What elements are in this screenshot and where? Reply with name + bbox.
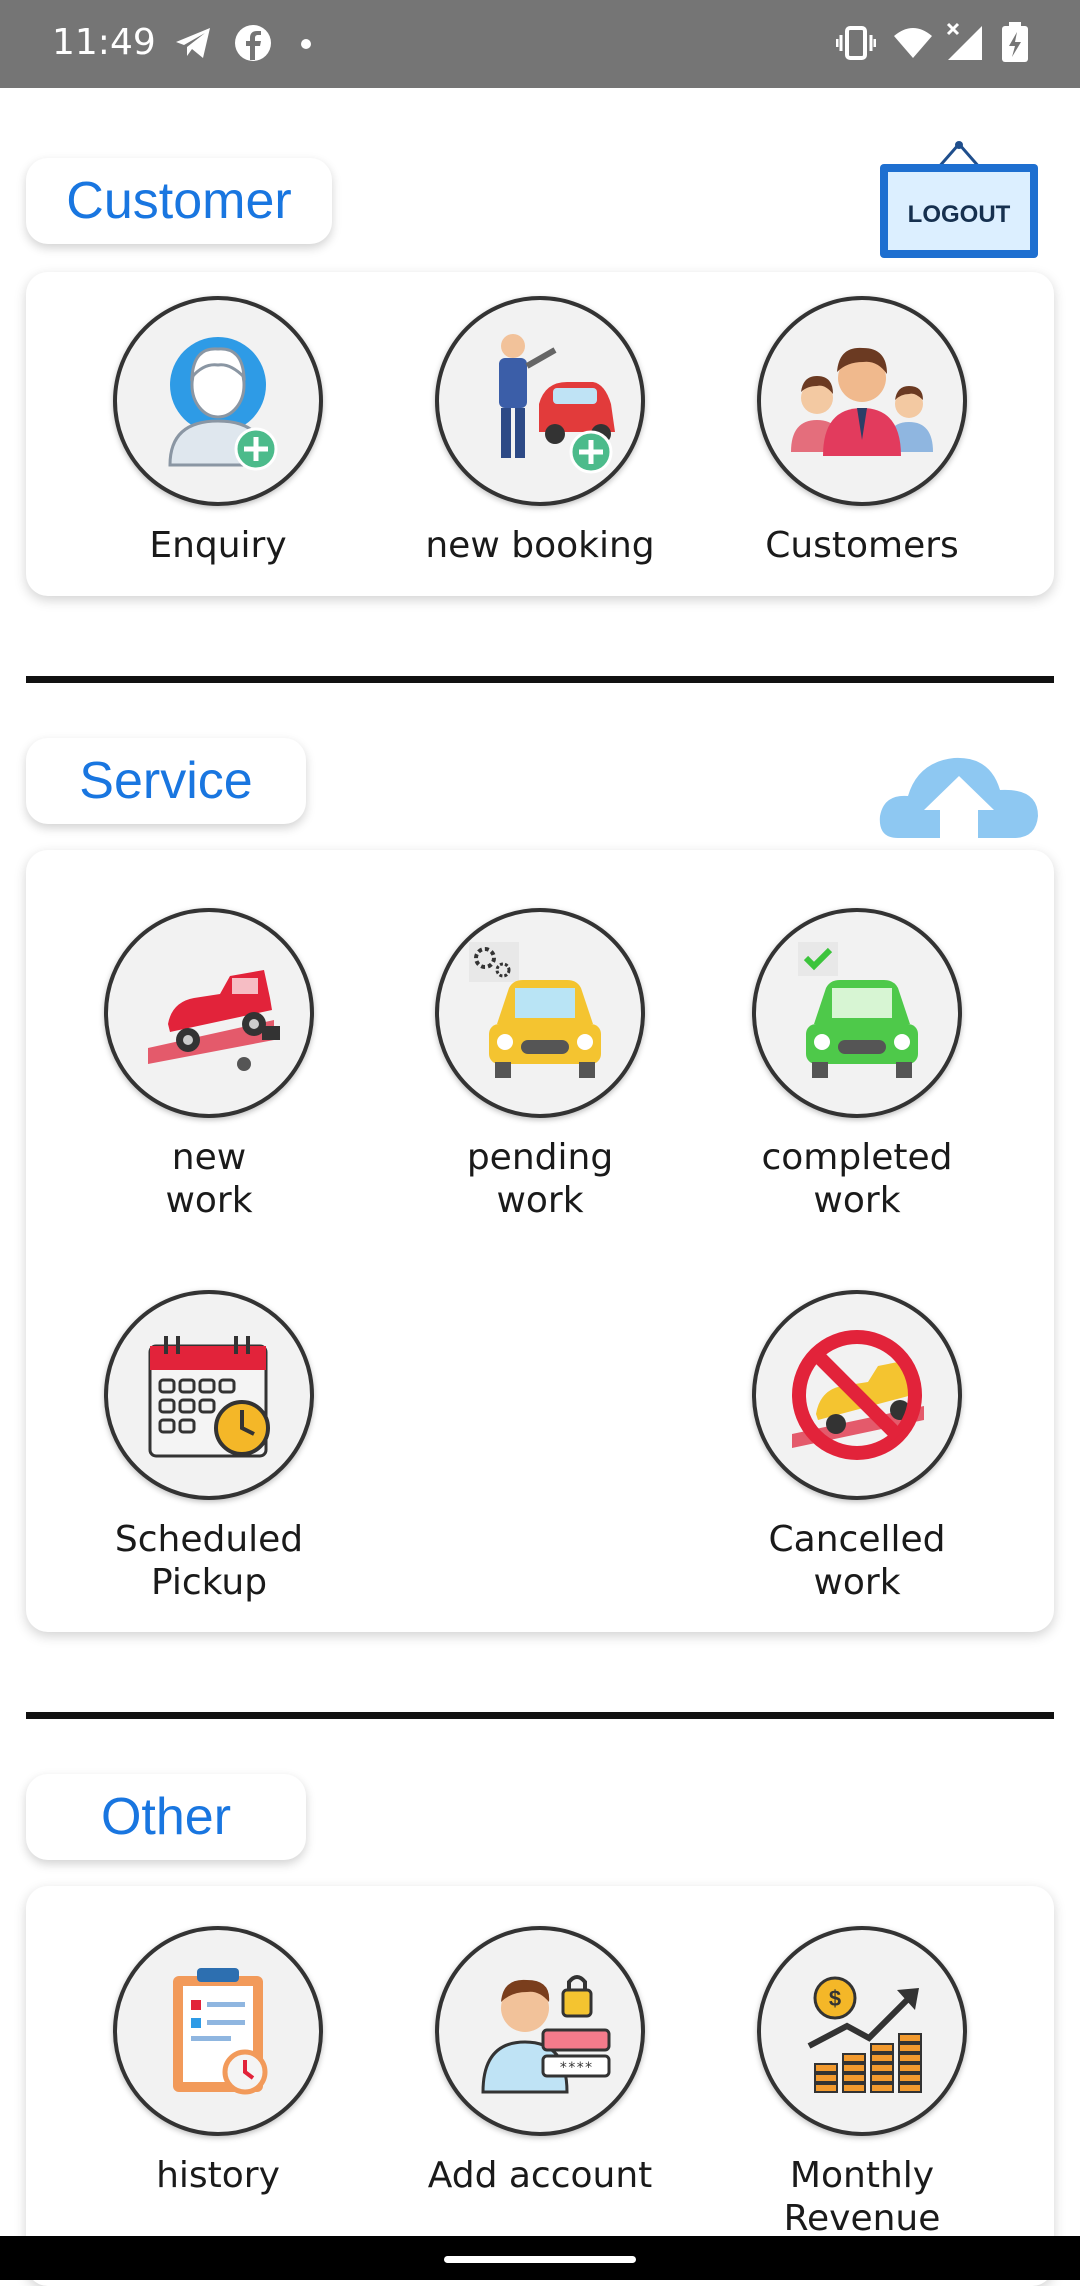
cancelled-work-circle	[752, 1290, 962, 1500]
upload-button[interactable]	[878, 740, 1040, 840]
section-divider	[26, 1712, 1054, 1719]
svg-text:****: ****	[559, 2060, 593, 2076]
enquiry-label: Enquiry	[149, 525, 287, 566]
scheduled-pickup-button[interactable]: Scheduled Pickup	[59, 1290, 359, 1604]
svg-text:LOGOUT: LOGOUT	[908, 201, 1011, 228]
enquiry-circle	[113, 296, 323, 506]
status-time: 11:49	[52, 22, 156, 63]
telegram-icon	[176, 28, 210, 58]
calendar-clock-icon	[148, 1336, 270, 1458]
history-clipboard-icon	[173, 1968, 268, 2095]
vibrate-icon	[836, 26, 876, 60]
customer-card: Enquiry new booking Customers	[26, 272, 1054, 596]
section-divider	[26, 676, 1054, 683]
home-gesture-handle[interactable]	[444, 2256, 636, 2263]
facebook-icon	[235, 25, 271, 61]
completed-work-circle	[752, 908, 962, 1118]
monthly-revenue-label: Monthly Revenue	[783, 2155, 941, 2239]
revenue-chart-icon: $	[807, 1976, 922, 2093]
customers-button[interactable]: Customers	[712, 296, 1012, 567]
dot-icon	[301, 39, 311, 49]
status-bar: 11:49	[0, 0, 1080, 88]
cancelled-work-button[interactable]: Cancelled work	[707, 1290, 1007, 1604]
service-card: new work pending work completed work Sch…	[26, 850, 1054, 1632]
add-account-button[interactable]: **** Add account	[390, 1926, 690, 2197]
completed-work-button[interactable]: completed work	[707, 908, 1007, 1222]
section-label-service: Service	[26, 738, 306, 824]
wifi-icon	[894, 28, 932, 58]
section-label-customer: Customer	[26, 158, 332, 244]
enquiry-person-add-icon	[168, 337, 278, 471]
pending-work-circle	[435, 908, 645, 1118]
new-work-circle	[104, 908, 314, 1118]
completed-work-label: completed work	[761, 1137, 953, 1221]
cancelled-work-label: Cancelled work	[768, 1519, 946, 1603]
enquiry-button[interactable]: Enquiry	[68, 296, 368, 567]
add-account-label: Add account	[427, 2155, 653, 2196]
history-circle	[113, 1926, 323, 2136]
new-work-button[interactable]: new work	[59, 908, 359, 1222]
section-label-other: Other	[26, 1774, 306, 1860]
monthly-revenue-button[interactable]: $ Monthly Revenue	[712, 1926, 1012, 2240]
pending-work-button[interactable]: pending work	[390, 908, 690, 1222]
pending-car-gears-icon	[469, 942, 601, 1078]
battery-icon	[1002, 22, 1028, 62]
cloud-upload-icon	[879, 757, 1038, 838]
completed-car-check-icon	[798, 942, 918, 1078]
add-account-circle: ****	[435, 1926, 645, 2136]
new-booking-button[interactable]: new booking	[390, 296, 690, 567]
pending-work-label: pending work	[466, 1137, 614, 1221]
history-label: history	[156, 2155, 280, 2196]
new-work-label: new work	[165, 1137, 253, 1221]
customers-group-icon	[791, 347, 933, 456]
cancelled-car-icon	[792, 1330, 924, 1460]
scheduled-pickup-label: Scheduled Pickup	[114, 1519, 304, 1603]
customers-label: Customers	[765, 525, 959, 566]
new-booking-circle	[435, 296, 645, 506]
monthly-revenue-circle: $	[757, 1926, 967, 2136]
other-card: history **** Add account $ Monthly Reven…	[26, 1886, 1054, 2286]
logout-sign-icon: LOGOUT	[880, 141, 1038, 258]
add-account-lock-icon: ****	[481, 1975, 611, 2094]
svg-text:$: $	[829, 1986, 841, 2011]
signal-icon	[946, 22, 982, 60]
scheduled-pickup-circle	[104, 1290, 314, 1500]
mechanic-car-add-icon	[499, 334, 615, 474]
tow-truck-icon	[148, 970, 280, 1071]
customers-circle	[757, 296, 967, 506]
new-booking-label: new booking	[425, 525, 655, 566]
logout-button[interactable]: LOGOUT	[878, 140, 1040, 260]
history-button[interactable]: history	[68, 1926, 368, 2197]
